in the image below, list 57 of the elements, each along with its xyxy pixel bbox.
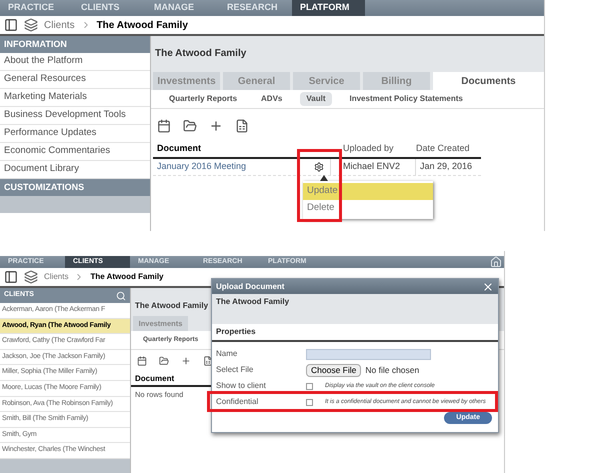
nav-tab[interactable]: PLATFORM [292,0,365,16]
folder-icon[interactable] [183,119,197,133]
sidebar-item[interactable]: General Resources [0,71,150,89]
client-title: The Atwood Family [135,301,208,310]
sub-tab[interactable]: Investment Policy Statements [344,92,469,106]
calendar-icon[interactable] [157,119,171,133]
breadcrumb-current: The Atwood Family [90,271,164,283]
panel-toggle-icon[interactable] [4,270,18,284]
close-icon[interactable] [482,280,494,292]
dialog-client-name: The Atwood Family [216,296,290,308]
sidebar-item[interactable]: Economic Commentaries [0,143,150,161]
folder-icon[interactable] [159,356,169,366]
sub-tab[interactable]: Vault [300,92,332,106]
spreadsheet-icon[interactable] [203,356,213,366]
layers-icon[interactable] [24,270,38,284]
section-title: Properties [216,326,256,338]
gear-icon[interactable] [314,162,324,172]
file-status: No file chosen [365,364,420,376]
sidebar-item[interactable]: Performance Updates [0,125,150,143]
sidebar-section-header: CUSTOMIZATIONS [0,179,150,196]
tab[interactable]: Documents [433,72,544,90]
menu-item[interactable]: Update [303,183,433,200]
column-header: Uploaded by [342,142,395,156]
field-label: Show to client [215,380,267,392]
layers-icon[interactable] [24,18,38,32]
search-icon[interactable] [116,290,126,300]
sidebar-section-header: INFORMATION [0,36,150,53]
checkbox[interactable] [306,398,313,406]
field-label: Select File [215,364,254,376]
sidebar-item[interactable]: Marketing Materials [0,89,150,107]
breadcrumb-link[interactable]: Clients [44,18,75,32]
column-header: Document [134,372,174,384]
sub-tab[interactable]: Quarterly Reports [163,92,244,106]
dialog-title: Upload Document [216,280,284,292]
name-field[interactable] [306,348,431,360]
sub-tab[interactable]: ADVs [255,92,288,106]
checkbox[interactable] [306,382,313,390]
calendar-icon[interactable] [137,356,147,366]
table-cell-text: Jan 29, 2016 [419,160,472,174]
breadcrumb-current: The Atwood Family [96,18,188,32]
breadcrumb-link[interactable]: Clients [44,271,68,283]
home-icon[interactable] [490,256,502,268]
sidebar-item[interactable]: About the Platform [0,53,150,71]
menu-item[interactable]: Delete [303,200,433,217]
choose-file-button[interactable]: Choose File [306,364,362,376]
add-icon[interactable] [209,119,223,133]
client-title: The Atwood Family [155,48,246,59]
spreadsheet-icon[interactable] [235,119,249,133]
column-header: Date Created [416,142,470,156]
panel-toggle-icon[interactable] [4,18,18,32]
sidebar-item[interactable]: Business Development Tools [0,107,150,125]
document-link[interactable]: January 2016 Meeting [153,160,293,174]
table-cell: Michael ENV2 [331,159,416,175]
field-label: Confidential [215,396,260,408]
add-icon[interactable] [181,356,191,366]
field-label: Name [215,348,238,360]
column-header: Document [156,142,202,156]
